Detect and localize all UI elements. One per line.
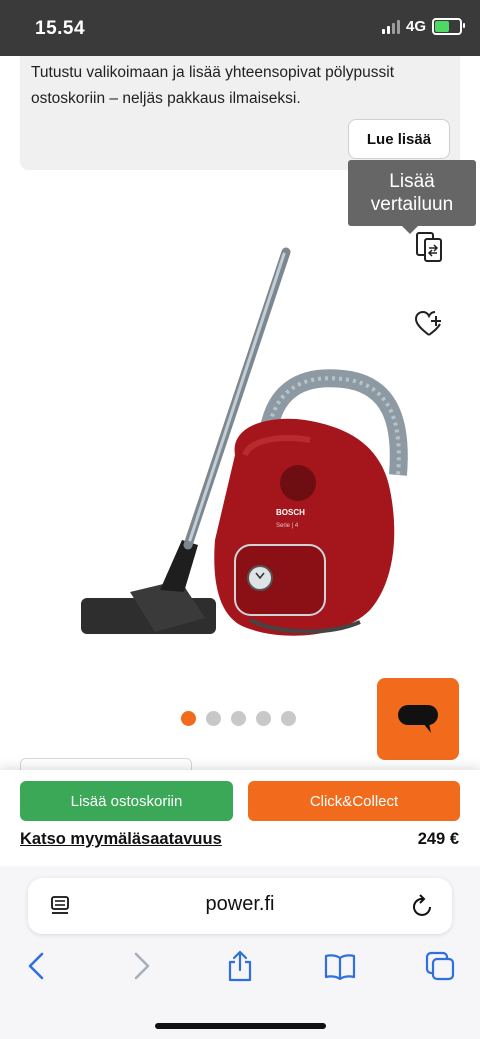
add-to-cart-button[interactable]: Lisää ostoskoriin	[20, 781, 233, 821]
status-bar: 15.54 4G	[0, 0, 480, 56]
compare-tooltip: Lisää vertailuun	[348, 160, 476, 234]
share-icon[interactable]	[224, 950, 256, 982]
product-image[interactable]: BOSCH Serie | 4	[70, 240, 410, 670]
battery-icon	[432, 18, 465, 35]
click-collect-button[interactable]: Click&Collect	[248, 781, 460, 821]
wishlist-heart-icon[interactable]	[414, 310, 444, 338]
read-more-button[interactable]: Lue lisää	[348, 119, 450, 159]
carousel-dot[interactable]	[181, 711, 196, 726]
chat-button[interactable]	[377, 678, 459, 760]
url-text: power.fi	[205, 893, 275, 915]
back-icon[interactable]	[22, 950, 54, 982]
store-availability-link[interactable]: Katso myymäläsaatavuus	[20, 830, 222, 849]
product-price: 249 €	[417, 830, 459, 848]
home-indicator	[155, 1023, 326, 1029]
compare-icon[interactable]	[414, 230, 444, 264]
browser-toolbar: power.fi	[0, 866, 480, 1039]
carousel-dots	[181, 711, 296, 726]
carousel-dot[interactable]	[231, 711, 246, 726]
reload-icon[interactable]	[412, 894, 434, 918]
purchase-panel: Lisää ostoskoriin Click&Collect Katso my…	[0, 770, 480, 870]
forward-icon[interactable]	[124, 950, 156, 982]
carousel-dot[interactable]	[256, 711, 271, 726]
bookmarks-icon[interactable]	[324, 950, 356, 982]
svg-text:BOSCH: BOSCH	[276, 508, 305, 517]
promo-text: Tutustu valikoimaan ja lisää yhteensopiv…	[31, 64, 395, 107]
svg-text:Serie | 4: Serie | 4	[276, 523, 299, 529]
status-indicators: 4G	[381, 18, 465, 35]
network-type: 4G	[405, 18, 426, 35]
status-time: 15.54	[35, 18, 86, 39]
promo-banner: Tutustu valikoimaan ja lisää yhteensopiv…	[20, 56, 460, 170]
carousel-dot[interactable]	[281, 711, 296, 726]
signal-icon	[381, 19, 400, 34]
tabs-icon[interactable]	[424, 950, 456, 982]
carousel-dot[interactable]	[206, 711, 221, 726]
address-bar[interactable]: power.fi	[28, 878, 452, 934]
chat-icon	[398, 705, 438, 733]
